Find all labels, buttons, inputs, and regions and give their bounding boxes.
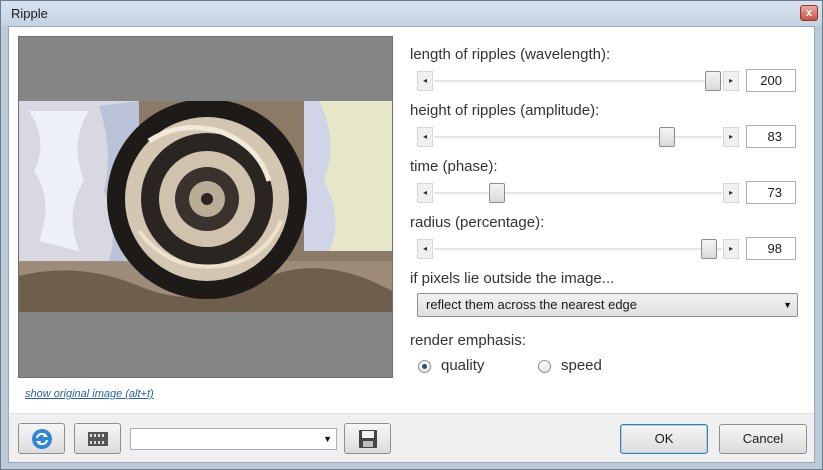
phase-label: time (phase): [410, 158, 498, 175]
chevron-down-icon: ▼ [783, 300, 792, 310]
preview-image [19, 101, 392, 312]
phase-slider[interactable]: ◂ ▸ [417, 183, 739, 203]
radius-increase-button[interactable]: ▸ [723, 239, 739, 259]
ripple-dialog: Ripple x show original image (alt+t) len… [0, 0, 823, 470]
wavelength-decrease-button[interactable]: ◂ [417, 71, 433, 91]
amplitude-decrease-button[interactable]: ◂ [417, 127, 433, 147]
speed-radio[interactable] [538, 360, 551, 373]
wavelength-label: length of ripples (wavelength): [410, 46, 611, 63]
show-original-link[interactable]: show original image (alt+t) [25, 388, 154, 400]
cancel-button[interactable]: Cancel [719, 424, 807, 454]
title-bar[interactable]: Ripple x [1, 1, 822, 26]
wavelength-track[interactable] [434, 80, 722, 82]
amplitude-increase-button[interactable]: ▸ [723, 127, 739, 147]
chevron-down-icon: ▼ [323, 434, 332, 444]
amplitude-value-field[interactable]: 83 [746, 125, 796, 148]
save-preset-button[interactable] [344, 423, 391, 454]
render-emphasis-label: render emphasis: [410, 332, 526, 349]
button-bar: ▼ OK Cancel [9, 413, 814, 462]
refresh-icon [31, 428, 52, 449]
amplitude-thumb[interactable] [659, 127, 675, 147]
dialog-body: show original image (alt+t) length of ri… [8, 26, 815, 463]
radius-track[interactable] [434, 248, 722, 250]
ok-button[interactable]: OK [620, 424, 708, 454]
quality-radio[interactable] [418, 360, 431, 373]
save-icon [358, 429, 377, 448]
radius-label: radius (percentage): [410, 214, 545, 231]
close-button[interactable]: x [800, 5, 818, 21]
radius-decrease-button[interactable]: ◂ [417, 239, 433, 259]
amplitude-label: height of ripples (amplitude): [410, 102, 600, 119]
phase-increase-button[interactable]: ▸ [723, 183, 739, 203]
phase-decrease-button[interactable]: ◂ [417, 183, 433, 203]
edge-mode-selected: reflect them across the nearest edge [426, 297, 638, 312]
preset-combobox[interactable]: ▼ [130, 428, 337, 450]
amplitude-slider[interactable]: ◂ ▸ [417, 127, 739, 147]
speed-label[interactable]: speed [561, 357, 602, 374]
presets-button[interactable] [74, 423, 121, 454]
preview-panel [18, 36, 393, 378]
phase-track[interactable] [434, 192, 722, 194]
radius-slider[interactable]: ◂ ▸ [417, 239, 739, 259]
randomize-button[interactable] [18, 423, 65, 454]
window-title: Ripple [11, 6, 48, 21]
wavelength-slider[interactable]: ◂ ▸ [417, 71, 739, 91]
amplitude-track[interactable] [434, 136, 722, 138]
edge-mode-dropdown[interactable]: reflect them across the nearest edge ▼ [417, 293, 798, 317]
radius-thumb[interactable] [701, 239, 717, 259]
phase-value-field[interactable]: 73 [746, 181, 796, 204]
quality-label[interactable]: quality [441, 357, 484, 374]
wavelength-thumb[interactable] [705, 71, 721, 91]
radius-value-field[interactable]: 98 [746, 237, 796, 260]
edge-label: if pixels lie outside the image... [410, 270, 615, 287]
wavelength-increase-button[interactable]: ▸ [723, 71, 739, 91]
wavelength-value-field[interactable]: 200 [746, 69, 796, 92]
film-strip-icon [87, 431, 108, 446]
phase-thumb[interactable] [489, 183, 505, 203]
